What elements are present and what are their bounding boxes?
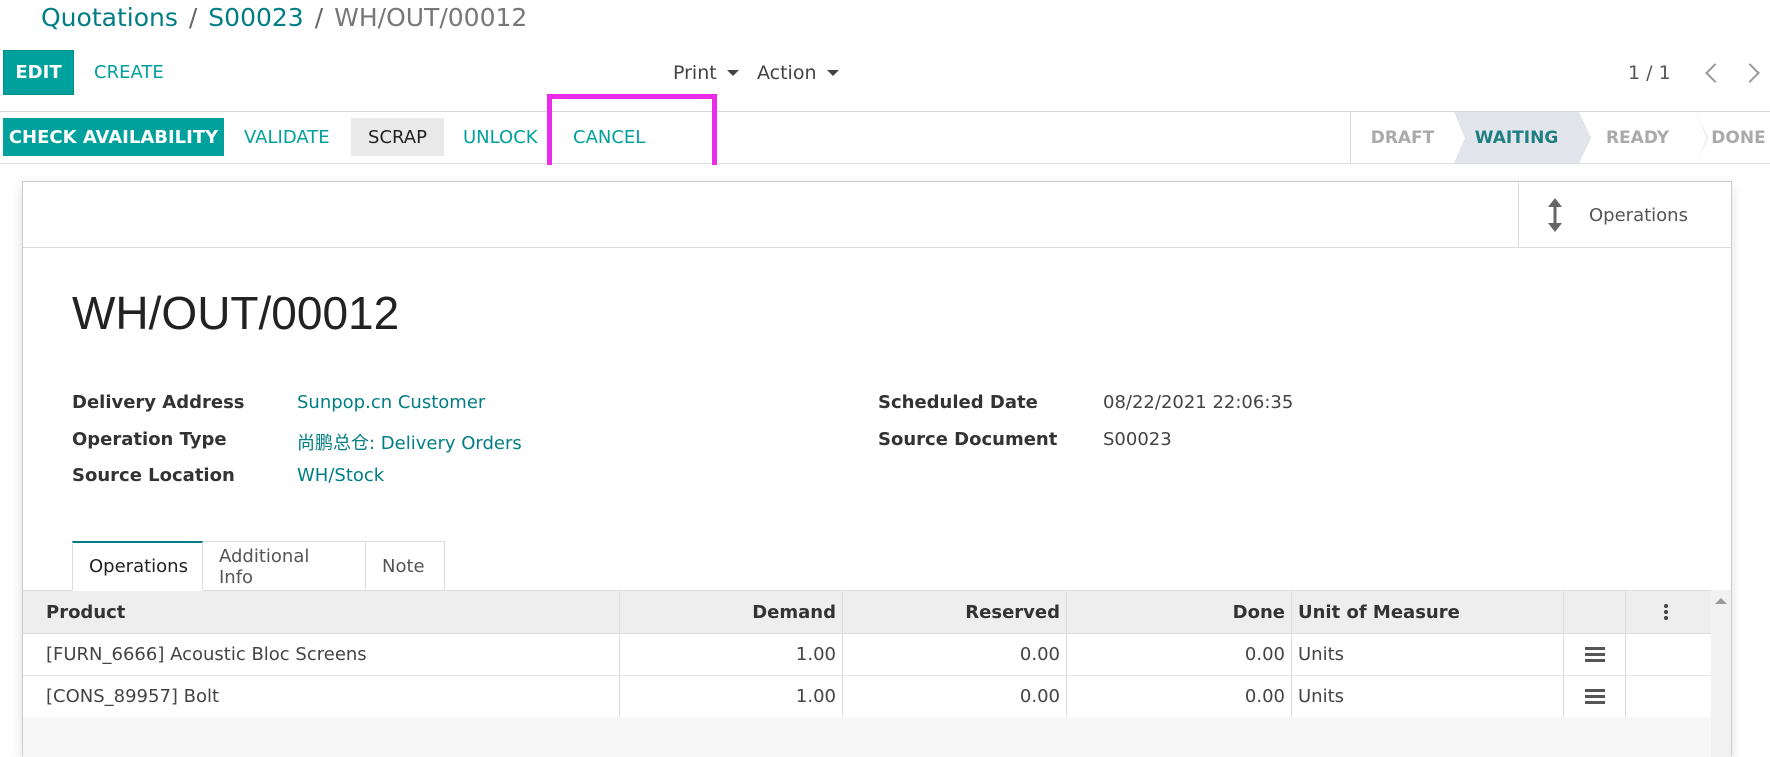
column-header-detail bbox=[1564, 591, 1626, 633]
cell-done: 0.00 bbox=[1067, 634, 1292, 675]
cell-uom: Units bbox=[1292, 634, 1564, 675]
unlock-button[interactable]: UNLOCK bbox=[463, 118, 538, 156]
caret-down-icon bbox=[826, 69, 839, 76]
list-icon bbox=[1584, 646, 1605, 663]
optional-columns-toggle[interactable] bbox=[1626, 591, 1706, 633]
arrows-v-icon bbox=[1545, 197, 1565, 233]
breadcrumb-separator: / bbox=[188, 2, 198, 32]
edit-button[interactable]: EDIT bbox=[3, 50, 74, 95]
validate-button[interactable]: VALIDATE bbox=[244, 118, 330, 156]
check-availability-button[interactable]: CHECK AVAILABILITY bbox=[3, 118, 224, 156]
operation-type-label: Operation Type bbox=[72, 429, 227, 450]
scrap-button[interactable]: SCRAP bbox=[351, 118, 444, 156]
tab-note[interactable]: Note bbox=[365, 541, 445, 591]
stage-pipeline: DRAFT WAITING READY DONE bbox=[1350, 112, 1770, 163]
print-dropdown-label: Print bbox=[673, 61, 717, 84]
record-title: WH/OUT/00012 bbox=[72, 287, 400, 339]
breadcrumb: Quotations / S00023 / WH/OUT/00012 bbox=[41, 0, 527, 34]
stage-arrow bbox=[1579, 112, 1590, 163]
stage-ready[interactable]: READY bbox=[1579, 112, 1708, 163]
stage-waiting[interactable]: WAITING bbox=[1454, 112, 1591, 163]
pager-previous-button[interactable] bbox=[1705, 50, 1725, 95]
button-box: Operations bbox=[23, 182, 1731, 248]
breadcrumb-sale-order[interactable]: S00023 bbox=[208, 3, 303, 32]
cell-done: 0.00 bbox=[1067, 676, 1292, 717]
column-header-reserved[interactable]: Reserved bbox=[843, 591, 1067, 633]
delivery-address-label: Delivery Address bbox=[72, 392, 245, 413]
create-button[interactable]: CREATE bbox=[86, 50, 172, 95]
cell-product: [FURN_6666] Acoustic Bloc Screens bbox=[23, 634, 620, 675]
tab-operations[interactable]: Operations bbox=[72, 541, 203, 591]
table-row[interactable]: [FURN_6666] Acoustic Bloc Screens 1.00 0… bbox=[23, 634, 1711, 676]
column-header-product[interactable]: Product bbox=[23, 591, 620, 633]
cell-reserved: 0.00 bbox=[843, 634, 1067, 675]
action-dropdown-label: Action bbox=[757, 61, 817, 84]
table-footer bbox=[23, 717, 1711, 757]
statusbar: CHECK AVAILABILITY VALIDATE SCRAP UNLOCK… bbox=[0, 112, 1770, 164]
caret-down-icon bbox=[726, 69, 739, 76]
detailed-operations-button[interactable] bbox=[1564, 634, 1626, 675]
column-header-done[interactable]: Done bbox=[1067, 591, 1292, 633]
highlight-box bbox=[547, 94, 717, 174]
chevron-left-icon bbox=[1705, 62, 1725, 83]
cell-empty bbox=[1626, 634, 1706, 675]
source-document-value: S00023 bbox=[1103, 429, 1172, 450]
stage-label: WAITING bbox=[1474, 127, 1559, 148]
chevron-right-icon bbox=[1740, 62, 1760, 83]
list-icon bbox=[1584, 688, 1605, 705]
breadcrumb-separator: / bbox=[314, 2, 324, 32]
cell-product: [CONS_89957] Bolt bbox=[23, 676, 620, 717]
tab-additional-info[interactable]: Additional Info bbox=[202, 541, 366, 591]
source-location-label: Source Location bbox=[72, 465, 235, 486]
pager-value[interactable]: 1 / 1 bbox=[1628, 50, 1671, 95]
table-scrollbar[interactable] bbox=[1711, 590, 1731, 757]
delivery-address-value[interactable]: Sunpop.cn Customer bbox=[297, 392, 485, 413]
stage-label: DRAFT bbox=[1370, 127, 1435, 148]
cell-uom: Units bbox=[1292, 676, 1564, 717]
notebook-tabs: Operations Additional Info Note bbox=[72, 541, 445, 591]
cell-demand: 1.00 bbox=[620, 676, 843, 717]
table-row[interactable]: [CONS_89957] Bolt 1.00 0.00 0.00 Units bbox=[23, 676, 1711, 718]
cell-reserved: 0.00 bbox=[843, 676, 1067, 717]
cell-demand: 1.00 bbox=[620, 634, 843, 675]
operations-table: Product Demand Reserved Done Unit of Mea… bbox=[23, 590, 1711, 718]
source-location-value[interactable]: WH/Stock bbox=[297, 465, 384, 486]
stage-label: READY bbox=[1605, 127, 1670, 148]
stage-arrow bbox=[1696, 112, 1707, 163]
breadcrumb-current: WH/OUT/00012 bbox=[334, 2, 528, 32]
smart-button-label: Operations bbox=[1589, 204, 1688, 226]
source-document-label: Source Document bbox=[878, 429, 1058, 450]
form-sheet: Operations WH/OUT/00012 Delivery Address… bbox=[22, 181, 1732, 757]
table-header: Product Demand Reserved Done Unit of Mea… bbox=[23, 590, 1711, 634]
scroll-up-icon bbox=[1715, 598, 1727, 604]
action-dropdown[interactable]: Action bbox=[757, 50, 839, 95]
operation-type-value[interactable]: 尚鹏总仓: Delivery Orders bbox=[297, 429, 522, 455]
print-dropdown[interactable]: Print bbox=[673, 50, 739, 95]
stage-label: DONE bbox=[1711, 127, 1766, 148]
operations-smart-button[interactable]: Operations bbox=[1518, 182, 1731, 248]
stage-arrow bbox=[1454, 112, 1465, 163]
column-header-uom[interactable]: Unit of Measure bbox=[1292, 591, 1564, 633]
detailed-operations-button[interactable] bbox=[1564, 676, 1626, 717]
scheduled-date-value: 08/22/2021 22:06:35 bbox=[1103, 392, 1294, 413]
cell-empty bbox=[1626, 676, 1706, 717]
scheduled-date-label: Scheduled Date bbox=[878, 392, 1038, 413]
pager-next-button[interactable] bbox=[1740, 50, 1760, 95]
breadcrumb-quotations[interactable]: Quotations bbox=[41, 3, 178, 32]
stage-draft[interactable]: DRAFT bbox=[1351, 112, 1466, 163]
column-header-demand[interactable]: Demand bbox=[620, 591, 843, 633]
kebab-icon bbox=[1664, 604, 1668, 620]
